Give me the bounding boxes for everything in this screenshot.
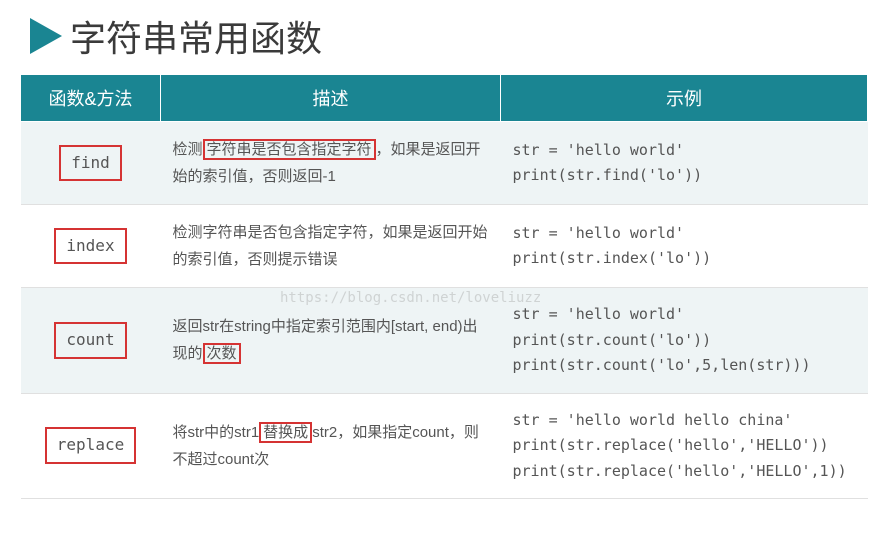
- code-line: str = 'hello world': [513, 302, 856, 328]
- desc-highlight: 替换成: [259, 422, 312, 443]
- header-example: 示例: [501, 75, 868, 122]
- code-cell: str = 'hello world' print(str.count('lo'…: [501, 288, 868, 394]
- desc-cell: 检测字符串是否包含指定字符，如果是返回开始的索引值，否则返回-1: [161, 122, 501, 205]
- desc-highlight: 次数: [203, 343, 241, 364]
- table-row: find 检测字符串是否包含指定字符，如果是返回开始的索引值，否则返回-1 st…: [21, 122, 868, 205]
- desc-cell: 返回str在string中指定索引范围内[start, end)出现的次数: [161, 288, 501, 394]
- table-row: replace 将str中的str1替换成str2，如果指定count，则不超过…: [21, 393, 868, 499]
- table-row: index 检测字符串是否包含指定字符，如果是返回开始的索引值，否则提示错误 s…: [21, 205, 868, 288]
- code-cell: str = 'hello world' print(str.index('lo'…: [501, 205, 868, 288]
- code-line: print(str.count('lo',5,len(str))): [513, 353, 856, 379]
- code-line: print(str.replace('hello','HELLO')): [513, 433, 856, 459]
- fn-name-index: index: [54, 228, 126, 265]
- table-row: count 返回str在string中指定索引范围内[start, end)出现…: [21, 288, 868, 394]
- fn-cell: count: [21, 288, 161, 394]
- code-line: print(str.count('lo')): [513, 328, 856, 354]
- code-line: print(str.replace('hello','HELLO',1)): [513, 459, 856, 485]
- desc-text: 检测: [173, 141, 203, 158]
- code-line: str = 'hello world': [513, 221, 856, 247]
- fn-cell: find: [21, 122, 161, 205]
- table-header-row: 函数&方法 描述 示例: [21, 75, 868, 122]
- desc-highlight: 字符串是否包含指定字符: [203, 139, 376, 160]
- desc-text: 检测字符串是否包含指定字符，如果是返回开始的索引值，否则提示错误: [173, 224, 488, 268]
- desc-text: 将str中的str1: [173, 424, 260, 441]
- code-line: str = 'hello world': [513, 138, 856, 164]
- code-cell: str = 'hello world hello china' print(st…: [501, 393, 868, 499]
- fn-cell: replace: [21, 393, 161, 499]
- functions-table: 函数&方法 描述 示例 find 检测字符串是否包含指定字符，如果是返回开始的索…: [20, 74, 868, 499]
- page-title: 字符串常用函数: [70, 10, 322, 62]
- code-cell: str = 'hello world' print(str.find('lo')…: [501, 122, 868, 205]
- code-line: str = 'hello world hello china': [513, 408, 856, 434]
- fn-name-replace: replace: [45, 427, 136, 464]
- code-line: print(str.find('lo')): [513, 163, 856, 189]
- code-line: print(str.index('lo')): [513, 246, 856, 272]
- desc-cell: 将str中的str1替换成str2，如果指定count，则不超过count次: [161, 393, 501, 499]
- fn-name-find: find: [59, 145, 122, 182]
- fn-cell: index: [21, 205, 161, 288]
- title-row: 字符串常用函数: [30, 10, 868, 62]
- triangle-icon: [30, 18, 62, 54]
- header-description: 描述: [161, 75, 501, 122]
- fn-name-count: count: [54, 322, 126, 359]
- desc-cell: 检测字符串是否包含指定字符，如果是返回开始的索引值，否则提示错误: [161, 205, 501, 288]
- header-function: 函数&方法: [21, 75, 161, 122]
